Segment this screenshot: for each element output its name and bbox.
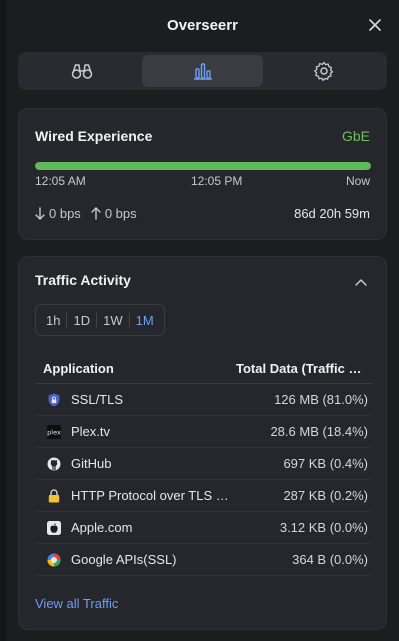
time-start-label: 12:05 AM [35, 174, 86, 188]
close-button[interactable] [365, 15, 385, 35]
close-icon [369, 19, 381, 31]
range-1d[interactable]: 1D [67, 313, 96, 328]
overseerr-panel: Overseerr Wired Experience GbE 12:05 AM … [6, 0, 399, 641]
table-row[interactable]: Apple.com 3.12 KB (0.0%) [35, 512, 372, 544]
plex-icon: plex [47, 424, 61, 439]
table-header: Application Total Data (Traffic Share) [35, 354, 372, 384]
time-mid-label: 12:05 PM [191, 174, 243, 188]
table-row[interactable]: Google APIs(SSL) 364 B (0.0%) [35, 544, 372, 576]
apple-icon [47, 520, 61, 535]
chevron-up-icon [355, 279, 367, 286]
table-row[interactable]: GitHub 697 KB (0.4%) [35, 448, 372, 480]
traffic-card: Traffic Activity 1h 1D 1W 1M Application… [18, 256, 387, 630]
app-name: Plex.tv [71, 424, 111, 439]
traffic-title: Traffic Activity [35, 272, 131, 288]
app-data-total: 364 B (0.0%) [292, 552, 368, 567]
arrow-up-icon [91, 207, 101, 220]
arrow-down-icon [35, 207, 45, 220]
tab-statistics[interactable] [142, 55, 263, 87]
app-data-total: 697 KB (0.4%) [283, 456, 368, 471]
throughput-stats: 0 bps 0 bps [35, 206, 137, 221]
app-name: SSL/TLS [71, 392, 124, 407]
speed-badge: GbE [341, 128, 370, 144]
app-name: Google APIs(SSL) [71, 552, 177, 567]
shield-lock-icon [47, 393, 61, 407]
range-1w[interactable]: 1W [97, 313, 129, 328]
svg-text:plex: plex [47, 428, 61, 436]
app-name: GitHub [71, 456, 112, 471]
connection-name: Wired Experience [35, 128, 153, 144]
panel-header: Overseerr [6, 0, 399, 52]
time-end-label: Now [345, 174, 370, 188]
google-icon [47, 553, 61, 567]
view-tabs [18, 52, 387, 90]
table-row[interactable]: plex Plex.tv 28.6 MB (18.4%) [35, 416, 372, 448]
tab-clients[interactable] [21, 55, 142, 87]
range-1h[interactable]: 1h [40, 313, 66, 328]
app-name: HTTP Protocol over TLS SSL [71, 488, 231, 503]
collapse-button[interactable] [352, 273, 370, 291]
app-data-total: 287 KB (0.2%) [283, 488, 368, 503]
tab-settings[interactable] [263, 55, 384, 87]
upload-rate: 0 bps [104, 206, 137, 221]
download-rate: 0 bps [49, 206, 81, 221]
bar-chart-icon [193, 63, 212, 80]
table-row[interactable]: SSL/TLS 126 MB (81.0%) [35, 384, 372, 416]
lock-icon [47, 488, 61, 503]
app-data-total: 28.6 MB (18.4%) [270, 424, 368, 439]
connection-card: Wired Experience GbE 12:05 AM 12:05 PM N… [18, 108, 387, 240]
gear-icon [313, 61, 333, 81]
view-all-traffic-link[interactable]: View all Traffic [35, 596, 118, 611]
app-name: Apple.com [71, 520, 133, 535]
availability-bar [35, 162, 371, 170]
binoculars-icon [71, 64, 92, 79]
range-1m[interactable]: 1M [130, 313, 160, 328]
github-icon [47, 457, 61, 471]
column-application[interactable]: Application [43, 361, 114, 376]
uptime: 86d 20h 59m [294, 206, 370, 221]
table-row[interactable]: HTTP Protocol over TLS SSL 287 KB (0.2%) [35, 480, 372, 512]
column-total-data[interactable]: Total Data (Traffic Share) [236, 361, 368, 376]
app-data-total: 126 MB (81.0%) [274, 392, 368, 407]
availability-bar-fill [35, 162, 371, 170]
panel-title: Overseerr [167, 17, 238, 34]
time-range-selector: 1h 1D 1W 1M [35, 304, 165, 336]
app-data-total: 3.12 KB (0.0%) [279, 520, 368, 535]
